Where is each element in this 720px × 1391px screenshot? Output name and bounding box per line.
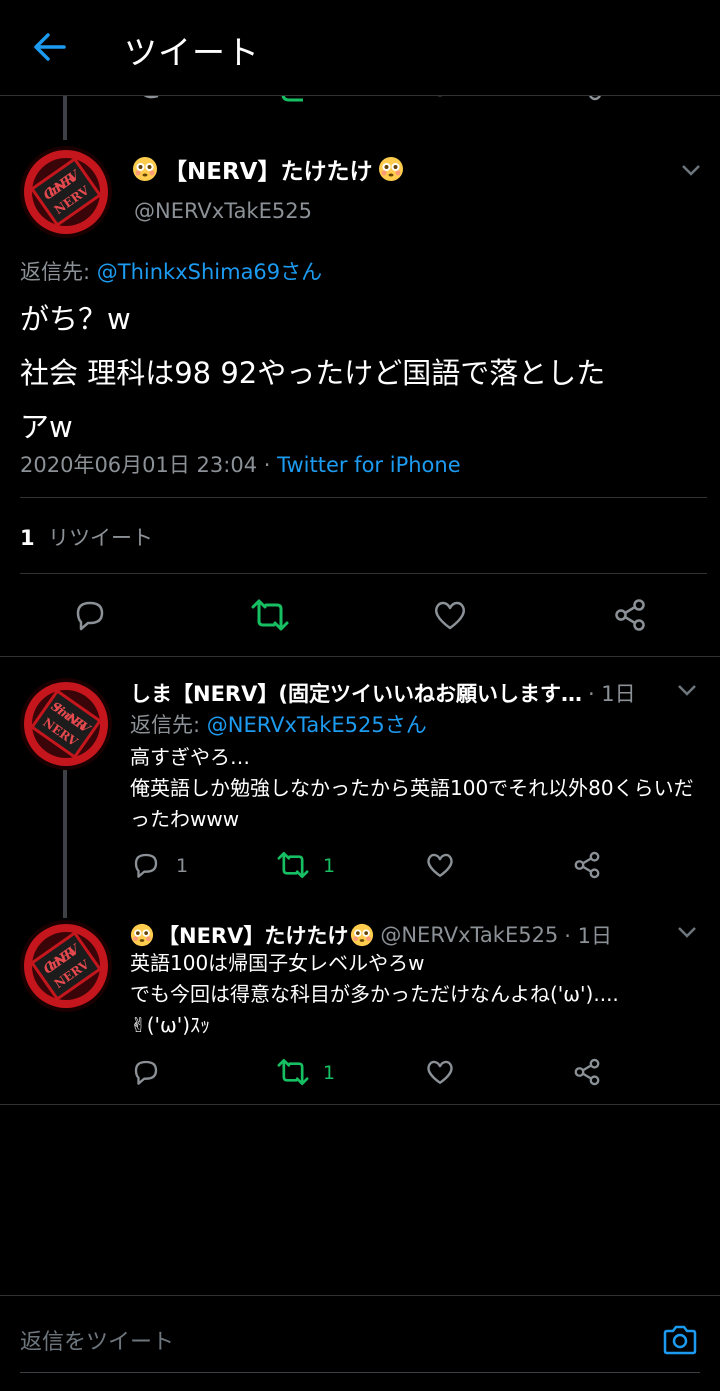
flushed-face-emoji-icon bbox=[379, 157, 404, 181]
retweet-button[interactable] bbox=[273, 845, 313, 885]
clan-nerv-avatar-icon: Clan NERV NERV bbox=[20, 146, 112, 238]
back-button[interactable] bbox=[28, 26, 70, 68]
like-button[interactable] bbox=[420, 845, 460, 885]
reply-button[interactable] bbox=[126, 1052, 166, 1092]
divider bbox=[0, 656, 720, 657]
retweet-icon bbox=[277, 852, 309, 878]
clan-nerv-avatar-icon: Clan NERV NERV bbox=[20, 920, 112, 1012]
reply-to-link[interactable]: @NERVxTakE525さん bbox=[207, 713, 427, 737]
share-button[interactable] bbox=[567, 845, 607, 885]
divider bbox=[0, 1104, 720, 1105]
reply-author[interactable]: しま【NERV】(固定ツイいいねお願いします… · 1日 bbox=[130, 678, 636, 708]
share-button[interactable] bbox=[567, 1052, 607, 1092]
chevron-down-icon[interactable] bbox=[679, 158, 703, 182]
tweet-date: 2020年06月01日 23:04 bbox=[20, 453, 258, 477]
meta-separator: · bbox=[257, 453, 278, 477]
like-button[interactable] bbox=[420, 1052, 460, 1092]
like-button[interactable] bbox=[430, 595, 470, 635]
reply-author-name: 【NERV】たけたけ bbox=[158, 924, 349, 948]
tweet-text-line: 社会 理科は98 92やったけど国語で落とした bbox=[20, 356, 606, 390]
share-icon bbox=[615, 599, 645, 631]
retweet-icon bbox=[277, 1059, 309, 1085]
heart-icon bbox=[427, 853, 453, 877]
retweet-label: リツイート bbox=[47, 526, 153, 550]
avatar[interactable]: Clan NERV NERV bbox=[20, 146, 112, 238]
reply-text: 英語100は帰国子女レベルやろw でも今回は得意な科目が多かっただけなんよね('… bbox=[130, 951, 619, 1037]
chevron-down-icon[interactable] bbox=[675, 678, 699, 702]
retweet-count: 1 bbox=[323, 1062, 336, 1084]
reply-to-line: 返信先: @NERVxTakE525さん bbox=[130, 709, 427, 739]
retweet-stats[interactable]: 1 リツイート bbox=[20, 522, 153, 552]
flushed-face-emoji-icon bbox=[351, 923, 374, 947]
tweet-text-line: がち？w bbox=[20, 302, 131, 336]
reply-author-name: しま【NERV】(固定ツイいいねお願いします… bbox=[130, 682, 582, 706]
retweet-icon bbox=[251, 599, 289, 631]
flushed-face-emoji-icon bbox=[133, 157, 157, 181]
reply-to-link[interactable]: @ThinkxShima69さん bbox=[97, 260, 322, 284]
chevron-down-icon[interactable] bbox=[675, 920, 699, 944]
tweet-text: がち？w 社会 理科は98 92やったけど国語で落とした アw bbox=[20, 292, 700, 454]
reply-input[interactable]: 返信をツイート bbox=[20, 1324, 174, 1356]
reply-icon bbox=[134, 853, 158, 878]
retweet-button[interactable] bbox=[273, 1052, 313, 1092]
thread-line-replies bbox=[63, 770, 67, 918]
reply-time: · 1日 bbox=[587, 682, 636, 706]
divider bbox=[20, 497, 707, 498]
divider bbox=[20, 573, 707, 574]
retweet-button[interactable] bbox=[250, 595, 290, 635]
heart-icon bbox=[427, 1060, 453, 1084]
avatar[interactable]: Shima NERV NERV bbox=[20, 678, 112, 770]
avatar[interactable]: Clan NERV NERV bbox=[20, 920, 112, 1012]
top-bar: ツイート bbox=[0, 0, 720, 96]
page-title: ツイート bbox=[124, 33, 260, 72]
tweet-text-line: アw bbox=[20, 410, 73, 444]
author-handle[interactable]: @NERVxTakE525 bbox=[134, 199, 312, 223]
author-name[interactable]: 【NERV】たけたけ bbox=[132, 152, 404, 186]
reply-to-label: 返信先: bbox=[130, 713, 207, 737]
reply-count: 1 bbox=[176, 855, 189, 877]
reply-icon bbox=[76, 601, 104, 631]
reply-button[interactable] bbox=[70, 595, 110, 635]
retweet-count: 1 bbox=[20, 526, 35, 550]
reply-time: · 1日 bbox=[564, 924, 613, 948]
reply-author[interactable]: 【NERV】たけたけ @NERVxTakE525 · 1日 bbox=[130, 920, 612, 950]
author-display-name: 【NERV】たけたけ bbox=[164, 159, 373, 185]
reply-to-line: 返信先: @ThinkxShima69さん bbox=[20, 256, 322, 286]
camera-button[interactable] bbox=[660, 1320, 700, 1360]
reply-text: 高すぎやろ… 俺英語しか勉強しなかったから英語100でそれ以外80くらいだったわ… bbox=[130, 745, 694, 831]
tweet-source-link[interactable]: Twitter for iPhone bbox=[277, 453, 461, 477]
flushed-face-emoji-icon bbox=[130, 923, 154, 947]
reply-button[interactable] bbox=[126, 845, 166, 885]
back-arrow-icon bbox=[34, 33, 66, 61]
reply-icon bbox=[134, 1060, 158, 1085]
heart-icon bbox=[434, 601, 466, 630]
tweet-meta: 2020年06月01日 23:04 · Twitter for iPhone bbox=[20, 449, 461, 479]
share-icon bbox=[574, 1058, 600, 1086]
shima-nerv-avatar-icon: Shima NERV NERV bbox=[20, 678, 112, 770]
reply-to-label: 返信先: bbox=[20, 260, 97, 284]
share-icon bbox=[574, 851, 600, 879]
reply-handle: @NERVxTakE525 bbox=[380, 923, 559, 947]
compose-underline bbox=[20, 1372, 700, 1373]
retweet-count: 1 bbox=[323, 855, 336, 877]
share-button[interactable] bbox=[610, 595, 650, 635]
camera-icon bbox=[663, 1325, 697, 1355]
